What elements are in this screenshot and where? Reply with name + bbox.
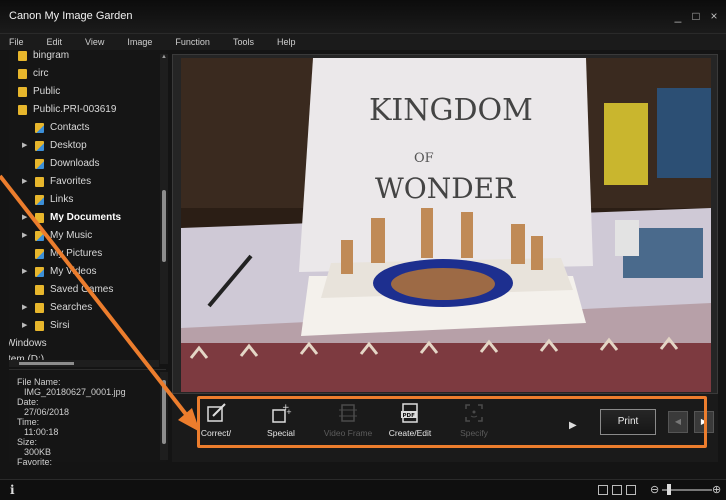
date-value: 27/06/2018 (24, 407, 70, 417)
expand-arrow-icon[interactable]: ▶ (22, 299, 30, 317)
zoom-in-icon[interactable]: ⊕ (712, 483, 721, 496)
close-button[interactable]: × (708, 9, 720, 23)
zoom-out-icon[interactable]: ⊖ (650, 483, 659, 496)
time-value: 11:00:18 (24, 427, 59, 437)
scrollbar-thumb[interactable] (162, 190, 166, 262)
status-bar: i ⊖ ⊕ (0, 479, 726, 500)
scrollbar-thumb[interactable] (19, 362, 74, 365)
minimize-button[interactable]: _ (672, 9, 684, 23)
favorites-folder-icon (35, 177, 44, 187)
photo-preview[interactable]: KINGDOM OF WONDER (181, 58, 711, 392)
folder-tree: bingram circ Public Public.PRI-003619 Co… (9, 50, 166, 364)
tree-vertical-scrollbar[interactable]: ▲ (160, 54, 168, 364)
expand-arrow-icon[interactable]: ▶ (22, 317, 30, 335)
fit-view-icon[interactable] (626, 485, 636, 495)
tree-horizontal-scrollbar[interactable] (9, 360, 159, 367)
view-mode-icons (598, 485, 636, 495)
size-label: Size: (17, 437, 38, 447)
preview-view-icon[interactable] (612, 485, 622, 495)
downloads-folder-icon (35, 159, 44, 169)
sign-line-3: WONDER (375, 172, 516, 205)
expand-arrow-icon[interactable]: ▶ (22, 137, 30, 155)
videos-folder-icon (35, 267, 44, 277)
menu-file[interactable]: File (9, 34, 24, 50)
music-folder-icon (35, 231, 44, 241)
pictures-folder-icon (35, 249, 44, 259)
toolbar-highlight-annotation (197, 396, 707, 448)
file-name-label: File Name: (17, 377, 61, 387)
sign-line-1: KINGDOM (369, 93, 533, 128)
window-title: Canon My Image Garden (9, 10, 133, 22)
window-controls: _ □ × (672, 9, 720, 23)
thumbnail-view-icon[interactable] (598, 485, 608, 495)
contacts-folder-icon (35, 123, 44, 133)
app-window: Canon My Image Garden _ □ × File Edit Vi… (0, 0, 726, 500)
date-label: Date: (17, 397, 39, 407)
menu-function[interactable]: Function (175, 34, 210, 50)
documents-folder-icon (35, 213, 44, 223)
folder-icon (18, 87, 27, 97)
menu-edit[interactable]: Edit (47, 34, 63, 50)
menu-view[interactable]: View (85, 34, 104, 50)
folder-icon (18, 51, 27, 61)
folder-icon (18, 105, 27, 115)
info-icon[interactable]: i (10, 483, 15, 497)
file-name-value: IMG_20180627_0001.jpg (24, 387, 126, 397)
zoom-slider-thumb[interactable] (667, 484, 671, 495)
sign-line-2: OF (414, 151, 434, 166)
expand-arrow-icon[interactable]: ▶ (22, 263, 30, 281)
desktop-folder-icon (35, 141, 44, 151)
scroll-up-arrow-icon[interactable]: ▲ (161, 54, 167, 60)
maximize-button[interactable]: □ (690, 9, 702, 23)
title-bar: Canon My Image Garden _ □ × (0, 0, 726, 34)
favorite-label: Favorite: (17, 457, 53, 467)
folder-icon (18, 69, 27, 79)
expand-arrow-icon[interactable]: ▶ (22, 227, 30, 245)
time-label: Time: (17, 417, 40, 427)
cake-photo-image: KINGDOM OF WONDER (181, 58, 711, 392)
expand-arrow-icon[interactable]: ▶ (22, 173, 30, 191)
menu-help[interactable]: Help (277, 34, 296, 50)
menu-bar: File Edit View Image Function Tools Help (0, 34, 726, 50)
menu-tools[interactable]: Tools (233, 34, 254, 50)
info-scrollbar[interactable] (160, 372, 168, 460)
links-folder-icon (35, 195, 44, 205)
size-value: 300KB (24, 447, 52, 457)
menu-image[interactable]: Image (127, 34, 152, 50)
saved-games-folder-icon (35, 285, 44, 295)
searches-folder-icon (35, 303, 44, 313)
expand-arrow-icon[interactable]: ▶ (22, 209, 30, 227)
scrollbar-thumb[interactable] (162, 380, 166, 444)
folder-icon (35, 321, 44, 331)
